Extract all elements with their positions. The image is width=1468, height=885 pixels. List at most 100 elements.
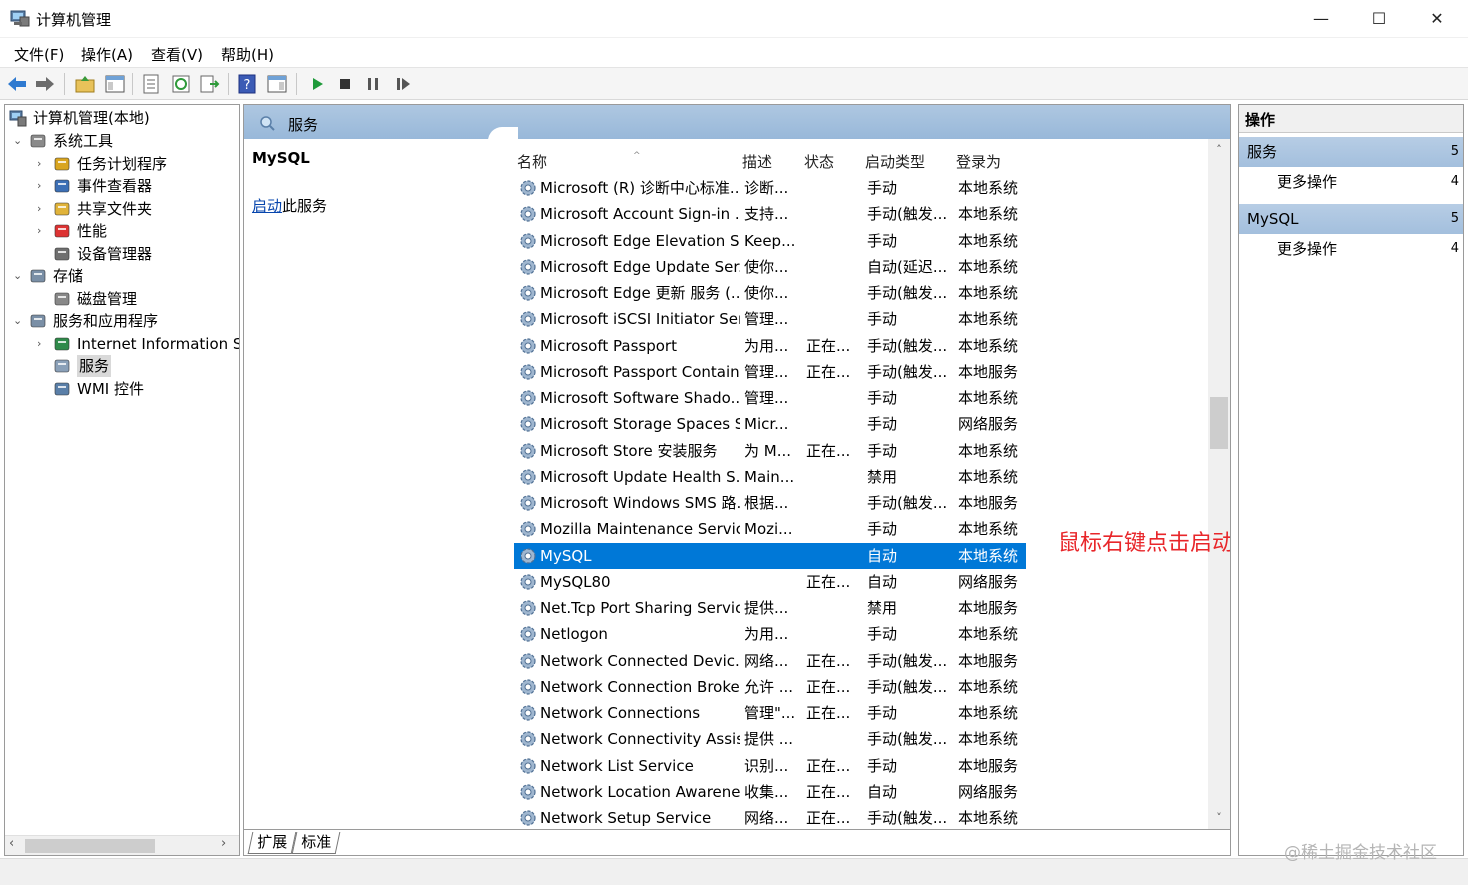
service-startup-type: 禁用 — [867, 599, 898, 617]
show-hide-action-pane-icon[interactable] — [266, 73, 288, 95]
scroll-left-icon[interactable]: ‹ — [9, 836, 14, 851]
start-service-link[interactable]: 启动 — [252, 197, 282, 215]
column-header-status[interactable]: 状态 — [804, 151, 834, 175]
service-row[interactable]: Microsoft iSCSI Initiator Ser... 管理... 手动 本… — [514, 306, 1026, 332]
show-hide-tree-icon[interactable] — [104, 73, 126, 95]
service-gear-icon — [520, 364, 536, 380]
expand-arrow-icon[interactable]: › — [37, 333, 49, 355]
service-gear-icon — [520, 232, 536, 249]
export-list-icon[interactable] — [198, 73, 220, 95]
column-header-startup-type[interactable]: 启动类型 — [865, 151, 925, 175]
scroll-up-icon[interactable]: ˄ — [1208, 143, 1230, 156]
service-row[interactable]: Microsoft Storage Spaces S... Micr... 手动 网络… — [514, 411, 1026, 437]
actions-header: 操作 — [1239, 105, 1463, 133]
refresh-icon[interactable] — [170, 73, 192, 95]
service-name: Microsoft Windows SMS 路... — [540, 494, 740, 512]
service-row[interactable]: Microsoft Software Shado... 管理... 手动 本地系统 — [514, 385, 1026, 411]
column-header-logon-as[interactable]: 登录为 — [956, 151, 1001, 175]
service-row[interactable]: Network Connection Broker 允许 ... 正在... 手动(触… — [514, 674, 1026, 700]
services-vertical-scrollbar[interactable]: ˄ ˅ — [1208, 139, 1230, 829]
service-description: 网络... — [744, 651, 789, 670]
tree-node-label: 磁盘管理 — [77, 289, 138, 308]
services-scroll-thumb[interactable] — [1210, 397, 1228, 449]
help-icon[interactable]: ? — [236, 73, 258, 95]
expand-arrow-icon[interactable]: › — [37, 220, 49, 242]
scroll-right-icon[interactable]: › — [221, 836, 226, 851]
scroll-down-icon[interactable]: ˅ — [1208, 811, 1230, 824]
expand-arrow-icon[interactable]: › — [37, 175, 49, 197]
service-row[interactable]: Mozilla Maintenance Service Mozi... 手动 本地系统 — [514, 516, 1026, 542]
menu-help[interactable]: 帮助(H) — [221, 44, 274, 65]
start-service-icon[interactable] — [306, 73, 328, 95]
service-row[interactable]: Microsoft Windows SMS 路... 根据... 手动(触发... 本… — [514, 490, 1026, 516]
service-row[interactable]: Network Connected Devic... 网络... 正在... 手动(触… — [514, 648, 1026, 674]
expand-arrow-icon[interactable]: › — [37, 198, 49, 220]
service-row[interactable]: Network Location Awarene... 收集... 正在... 自动 网… — [514, 779, 1026, 805]
menu-file[interactable]: 文件(F) — [14, 44, 64, 65]
menu-view[interactable]: 查看(V) — [151, 44, 203, 65]
tree-node-label: Internet Information Se — [77, 334, 240, 353]
service-row[interactable]: Net.Tcp Port Sharing Service 提供... 禁用 本地服务 — [514, 595, 1026, 621]
service-row[interactable]: Microsoft Edge 更新 服务 (... 使你... 手动(触发... 本地… — [514, 280, 1026, 306]
service-row[interactable]: MySQL80 正在... 自动 网络服务 — [514, 569, 1026, 595]
service-gear-icon — [520, 626, 536, 642]
back-arrow-icon[interactable] — [6, 73, 28, 95]
service-row[interactable]: Microsoft Edge Update Ser... 使你... 自动(延迟..… — [514, 254, 1026, 280]
service-row[interactable]: Network Connections 管理"... 正在... 手动 本地系统 — [514, 700, 1026, 726]
up-folder-icon[interactable] — [74, 73, 96, 95]
service-row[interactable]: Microsoft Edge Elevation S... Keep... 手动 本地… — [514, 228, 1026, 254]
properties-icon[interactable] — [140, 73, 162, 95]
pause-service-icon[interactable] — [362, 73, 384, 95]
service-name: Microsoft Edge 更新 服务 (... — [540, 284, 740, 302]
collapse-arrow-icon[interactable]: ⌄ — [13, 130, 25, 152]
expand-arrow-icon[interactable]: › — [37, 153, 49, 175]
service-row[interactable]: Microsoft Store 安装服务 为 M... 正在... 手动 本地系统 — [514, 438, 1026, 464]
forward-arrow-icon[interactable] — [34, 73, 56, 95]
service-row[interactable]: Microsoft Account Sign-in ... 支持... 手动(触发.… — [514, 201, 1026, 227]
restart-service-icon[interactable] — [392, 73, 414, 95]
service-name: Microsoft Account Sign-in ... — [540, 205, 740, 224]
service-row[interactable]: Microsoft Update Health S... Main... 禁用 本地系… — [514, 464, 1026, 490]
column-header-name[interactable]: 名称 ^ — [517, 151, 641, 175]
service-startup-type: 手动 — [867, 310, 898, 329]
tab-standard[interactable]: 标准 — [291, 832, 341, 854]
maximize-button[interactable]: ☐ — [1350, 0, 1408, 38]
menu-action[interactable]: 操作(A) — [81, 44, 133, 65]
service-gear-icon — [520, 757, 536, 774]
service-gear-icon — [520, 442, 536, 459]
column-header-description[interactable]: 描述 — [742, 151, 772, 175]
toolbar: ? — [0, 68, 1468, 100]
stop-service-icon[interactable] — [334, 73, 356, 95]
tree-node-label: 性能 — [77, 222, 108, 240]
service-row[interactable]: Microsoft Passport Container 管理... 正在... 手动… — [514, 359, 1026, 385]
actions-group-mysql[interactable]: MySQL 5 — [1239, 204, 1463, 234]
collapse-arrow-icon[interactable]: ⌄ — [13, 310, 25, 332]
service-row[interactable]: Netlogon 为用... 手动 本地系统 — [514, 621, 1026, 647]
service-status: 正在... — [806, 677, 851, 696]
tree-node-label: 存储 — [53, 267, 84, 285]
collapse-arrow-icon[interactable]: ⌄ — [13, 265, 25, 287]
action-more-actions-mysql[interactable]: 更多操作 4 — [1239, 234, 1463, 264]
service-logon-as: 网络服务 — [958, 572, 1019, 591]
service-row[interactable]: MySQL 自动 本地系统 — [514, 542, 1026, 569]
service-row[interactable]: Microsoft Passport 为用... 正在... 手动(触发... 本地系统 — [514, 333, 1026, 359]
service-status: 正在... — [806, 441, 851, 460]
action-more-actions-services[interactable]: 更多操作 4 — [1239, 167, 1463, 197]
service-startup-type: 手动 — [867, 704, 898, 722]
tree-scroll-thumb[interactable] — [25, 839, 155, 853]
close-button[interactable]: ✕ — [1408, 0, 1466, 38]
collapse-icon[interactable]: 5 — [1451, 204, 1459, 234]
collapse-icon[interactable]: 5 — [1451, 137, 1459, 167]
service-name: Microsoft Storage Spaces S... — [540, 415, 740, 434]
tree-horizontal-scrollbar[interactable]: ‹ › — [5, 835, 239, 855]
service-logon-as: 本地系统 — [958, 284, 1019, 302]
service-row[interactable]: Network List Service 识别... 正在... 手动 本地服务 — [514, 753, 1026, 779]
service-startup-type: 手动(触发... — [867, 205, 948, 224]
minimize-button[interactable]: — — [1292, 0, 1350, 38]
tab-extended[interactable]: 扩展 — [247, 832, 297, 854]
service-row[interactable]: Network Connectivity Assis... 提供 ... 手动(触发… — [514, 726, 1026, 752]
service-row[interactable]: Network Setup Service 网络... 正在... 手动(触发... 本… — [514, 805, 1026, 831]
title-bar: 计算机管理 — ☐ ✕ — [0, 0, 1468, 38]
service-row[interactable]: Microsoft (R) 诊断中心标准... 诊断... 手动 本地系统 — [514, 175, 1026, 201]
actions-group-services[interactable]: 服务 5 — [1239, 137, 1463, 167]
